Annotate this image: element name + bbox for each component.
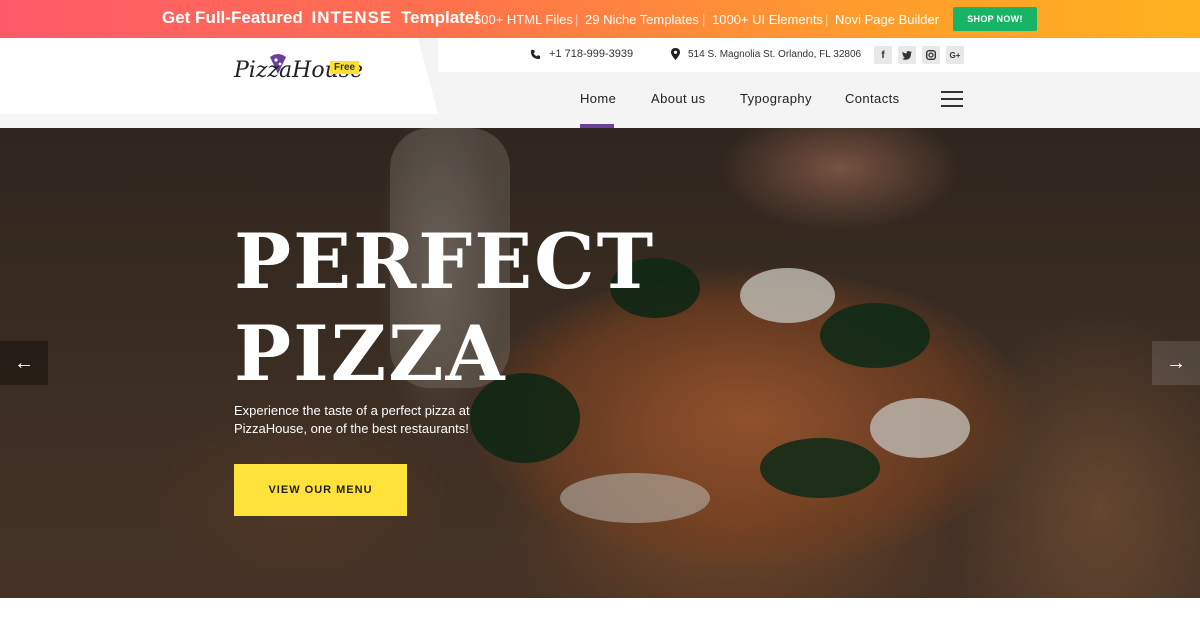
nav-item-about-us[interactable]: About us [651,91,706,106]
site-header: PizzaHouse Free +1 718-999-3939 514 S. M… [0,38,1200,128]
slider-prev-arrow-icon[interactable]: ← [0,341,48,385]
promo-feature: 1000+ UI Elements [712,12,823,27]
promo-headline-prefix: Get Full-Featured [162,8,303,27]
map-pin-icon [671,48,680,60]
promo-feature: Novi Page Builder [835,12,940,27]
promo-separator: | [702,12,706,27]
view-menu-button[interactable]: VIEW OUR MENU [234,464,407,516]
phone-contact[interactable]: +1 718-999-3939 [530,48,633,60]
hero-slider: PERFECT PIZZA Experience the taste of a … [0,128,1200,598]
google-plus-icon[interactable]: G+ [946,46,964,64]
logo-panel [0,38,438,114]
promo-bar: Get Full-Featured INTENSE Template! 500+… [0,0,1200,38]
promo-headline: Get Full-Featured INTENSE Template! [162,8,480,28]
hamburger-menu-icon[interactable] [941,91,963,107]
nav-item-typography[interactable]: Typography [740,91,812,106]
promo-headline-suffix: Template! [400,8,480,27]
hero-title-line1: PERFECT [234,217,656,306]
address-contact: 514 S. Magnolia St. Orlando, FL 32806 [671,48,861,60]
phone-icon [530,49,541,59]
instagram-icon[interactable] [922,46,940,64]
hero-title-line2: PIZZA [234,309,507,398]
nav-item-home[interactable]: Home [580,91,616,106]
promo-feature: 29 Niche Templates [585,12,699,27]
contact-bar: +1 718-999-3939 514 S. Magnolia St. Orla… [438,38,1200,72]
phone-number: +1 718-999-3939 [549,48,634,60]
hero-description: Experience the taste of a perfect pizza … [234,403,470,436]
promo-headline-brand: INTENSE [311,8,393,27]
nav-item-contacts[interactable]: Contacts [845,91,900,106]
facebook-icon[interactable]: f [874,46,892,64]
slider-next-arrow-icon[interactable]: → [1152,341,1200,385]
hero-title: PERFECT PIZZA [234,216,655,400]
shop-now-button[interactable]: SHOP NOW! [953,7,1037,31]
logo-free-badge: Free [330,61,360,74]
promo-separator: | [575,12,579,27]
twitter-icon[interactable] [898,46,916,64]
promo-separator: | [825,12,829,27]
address-text: 514 S. Magnolia St. Orlando, FL 32806 [688,48,862,60]
promo-feature: 500+ HTML Files [474,12,573,27]
